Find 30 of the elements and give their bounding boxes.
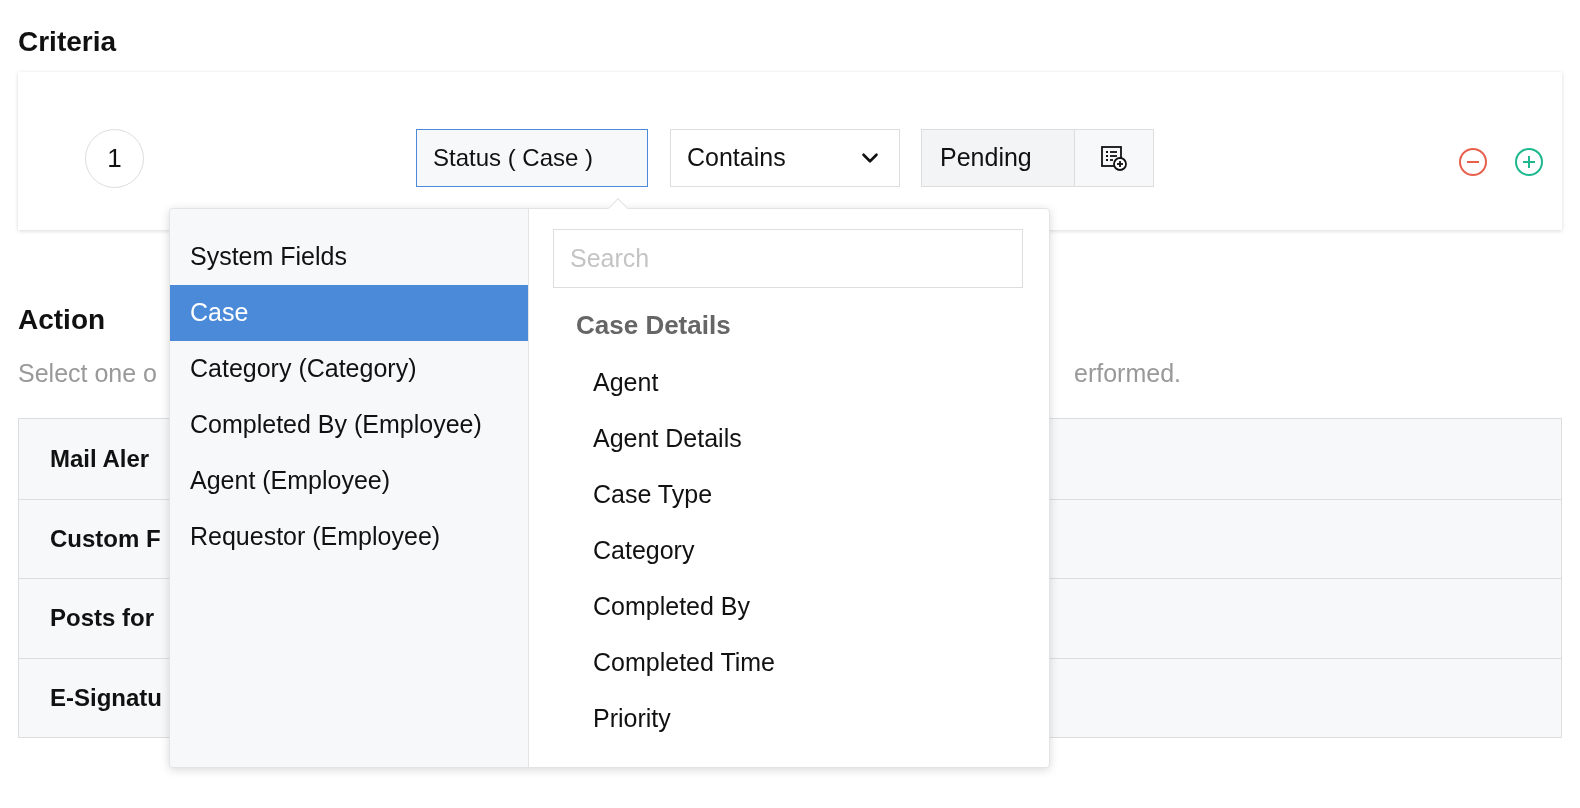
field-selector[interactable]: Status ( Case ) xyxy=(416,129,648,187)
description-text: erformed. xyxy=(1074,358,1181,388)
add-icon[interactable] xyxy=(1514,147,1544,177)
field-option[interactable]: Category xyxy=(553,523,1025,579)
module-item[interactable]: Agent (Employee) xyxy=(170,453,528,509)
group-heading: Case Details xyxy=(575,309,731,342)
section-title: Action xyxy=(18,303,106,337)
operator-select[interactable]: Contains xyxy=(670,129,900,187)
field-option[interactable]: Priority xyxy=(553,691,1025,747)
module-item[interactable]: Requestor (Employee) xyxy=(170,509,528,565)
insert-field-button[interactable] xyxy=(1075,129,1154,187)
module-item[interactable]: Completed By (Employee) xyxy=(170,397,528,453)
field-option[interactable]: Agent xyxy=(553,355,1025,411)
action-row-label: E-Signatu xyxy=(50,682,162,713)
field-option[interactable]: Agent Details xyxy=(553,411,1025,467)
module-item[interactable]: System Fields xyxy=(170,229,528,285)
form-add-icon xyxy=(1099,144,1129,172)
field-option[interactable]: Completed Time xyxy=(553,635,1025,691)
search-field[interactable]: Search xyxy=(553,229,1023,288)
action-row-label: Custom F xyxy=(50,523,161,554)
field-option[interactable]: Completed By xyxy=(553,579,1025,635)
action-row-label: Mail Aler xyxy=(50,443,150,474)
remove-icon[interactable] xyxy=(1458,147,1488,177)
value-field[interactable]: Pending xyxy=(921,129,1075,187)
module-item[interactable]: Case xyxy=(170,285,528,341)
field-option[interactable]: Case Type xyxy=(553,467,1025,523)
description-text: Select one o xyxy=(18,358,157,388)
section-title: Criteria xyxy=(18,25,117,59)
module-item[interactable]: Category (Category) xyxy=(170,341,528,397)
action-row-label: Posts for xyxy=(50,603,154,634)
